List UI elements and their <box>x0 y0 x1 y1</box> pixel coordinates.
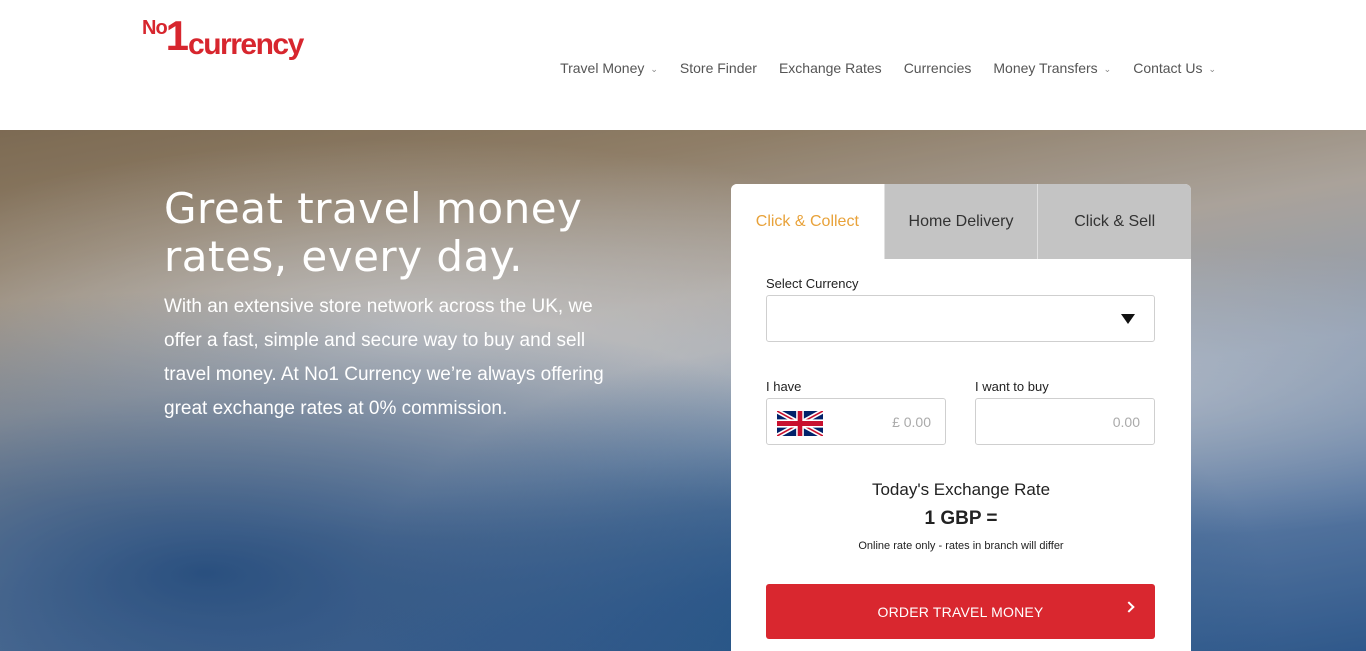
i-have-label: I have <box>766 379 802 394</box>
exchange-rate-title: Today's Exchange Rate <box>871 480 1051 499</box>
i-have-placeholder: £ 0.00 <box>892 414 931 430</box>
nav-store-finder[interactable]: Store Finder <box>680 60 757 76</box>
nav-exchange-rates-label: Exchange Rates <box>778 60 882 76</box>
main-nav: Travel Money ⌄ Store Finder Exchange Rat… <box>560 60 1216 76</box>
uk-flag-icon <box>777 411 823 436</box>
exchange-rate-note: Online rate only - rates in branch will … <box>858 540 1064 552</box>
hero-description: With an extensive store network across t… <box>164 296 604 419</box>
nav-money-transfers-label: Money Transfers <box>993 60 1098 76</box>
nav-exchange-rates[interactable]: Exchange Rates <box>779 60 882 76</box>
site-header: No 1 currency Travel Money ⌄ Store Finde… <box>0 0 1366 130</box>
no1-currency-logo[interactable]: No 1 currency <box>142 12 304 64</box>
chevron-down-icon: ⌄ <box>1208 63 1216 74</box>
nav-currencies-label: Currencies <box>903 60 972 76</box>
nav-money-transfers[interactable]: Money Transfers ⌄ <box>993 60 1111 76</box>
currency-order-widget: Click & Collect Home Delivery Click & Se… <box>731 184 1191 651</box>
chevron-down-icon: ⌄ <box>650 63 658 74</box>
i-have-input[interactable]: £ 0.00 <box>766 398 946 445</box>
nav-store-finder-label: Store Finder <box>679 60 757 76</box>
nav-contact-us-label: Contact Us <box>1133 60 1203 76</box>
i-want-to-buy-label: I want to buy <box>975 379 1049 394</box>
i-want-to-buy-placeholder: 0.00 <box>1112 414 1140 430</box>
logo-one: 1 <box>165 12 189 59</box>
order-type-tabs: Click & Collect Home Delivery Click & Se… <box>731 184 1191 259</box>
hero-title: Great travel money rates, every day. <box>164 184 583 281</box>
nav-travel-money-label: Travel Money <box>560 60 645 76</box>
logo-no: No <box>142 17 168 39</box>
order-travel-money-button[interactable]: ORDER TRAVEL MONEY <box>766 584 1155 639</box>
nav-contact-us[interactable]: Contact Us ⌄ <box>1133 60 1216 76</box>
currency-select[interactable] <box>766 295 1155 342</box>
logo-word: currency <box>188 28 304 61</box>
order-button-label: ORDER TRAVEL MONEY <box>877 603 1044 620</box>
nav-travel-money[interactable]: Travel Money ⌄ <box>560 60 658 76</box>
select-currency-label: Select Currency <box>766 276 859 291</box>
exchange-rate-value: 1 GBP = <box>924 508 998 529</box>
tab-click-collect[interactable]: Click & Collect <box>731 184 884 259</box>
tab-home-delivery[interactable]: Home Delivery <box>883 184 1038 259</box>
nav-currencies[interactable]: Currencies <box>904 60 972 76</box>
i-want-to-buy-input[interactable]: 0.00 <box>975 398 1155 445</box>
chevron-right-icon <box>1123 601 1135 613</box>
dropdown-arrow-icon <box>1121 314 1135 324</box>
chevron-down-icon: ⌄ <box>1103 63 1112 74</box>
tab-click-sell[interactable]: Click & Sell <box>1037 184 1191 259</box>
